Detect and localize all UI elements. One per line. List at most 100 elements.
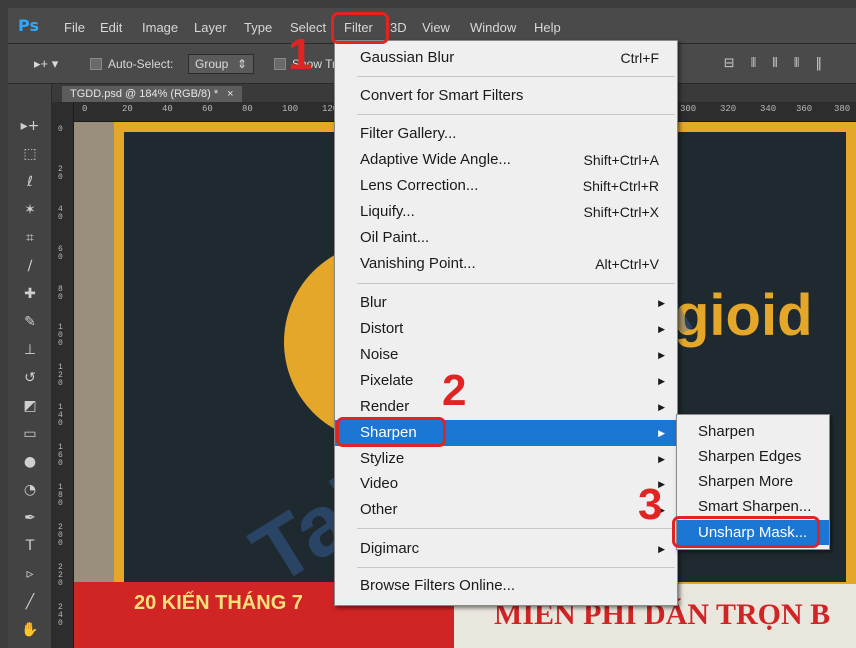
dodge-tool-icon[interactable]: ◔ (18, 482, 42, 502)
ruler-tick: 6 0 (58, 245, 63, 262)
submenu-arrow-icon: ▶ (658, 324, 665, 334)
menu-item-label: Lens Correction... (360, 177, 479, 194)
vertical-ruler: 0 2 0 4 0 6 0 8 0 1 0 0 1 2 0 1 4 0 1 6 … (52, 102, 74, 648)
menu-item-browse-filters-online[interactable]: Browse Filters Online... (335, 573, 677, 599)
menu-help[interactable]: Help (534, 20, 561, 35)
menu-item-video[interactable]: Video ▶ (335, 471, 677, 497)
submenu-arrow-icon: ▶ (658, 454, 665, 464)
menu-separator (357, 567, 675, 568)
menu-item-label: Pixelate (360, 372, 414, 389)
marquee-tool-icon[interactable]: ⬚ (18, 146, 42, 166)
ruler-tick: 2 0 (58, 165, 63, 182)
align-icons[interactable]: ⊟ ⫴ ⫴ ⫴ ‖ (724, 56, 828, 71)
menu-file[interactable]: File (64, 20, 85, 35)
menu-edit[interactable]: Edit (100, 20, 122, 35)
ruler-tick: 360 (796, 104, 813, 114)
show-transform-checkbox[interactable] (274, 58, 286, 70)
move-tool-icon[interactable]: ▸+ (18, 118, 42, 138)
close-icon[interactable]: × (227, 88, 233, 100)
move-tool-icon[interactable]: ▸+ ▾ (34, 56, 58, 72)
menu-view[interactable]: View (422, 20, 450, 35)
menu-item-lens-correction[interactable]: Lens Correction... Shift+Ctrl+R (335, 173, 677, 199)
annotation-number-3: 3 (638, 480, 663, 529)
photoshop-logo: Ps (18, 16, 39, 35)
chevron-updown-icon: ⇕ (236, 57, 247, 71)
tools-panel: ▸+ ⬚ ℓ ✶ ⌗ ∕ ✚ ✎ ⊥ ↺ ◩ ▭ ● ◔ ✒ T ▹ ╱ ✋ (8, 84, 52, 648)
menu-bar: Ps File Edit Image Layer Type Select Fil… (8, 8, 856, 44)
gradient-tool-icon[interactable]: ▭ (18, 426, 42, 446)
submenu-item-sharpen-more[interactable]: Sharpen More (677, 469, 829, 494)
menu-window[interactable]: Window (470, 20, 516, 35)
submenu-arrow-icon: ▶ (658, 350, 665, 360)
crop-tool-icon[interactable]: ⌗ (18, 230, 42, 250)
path-select-icon[interactable]: ▹ (18, 566, 42, 586)
red-banner-text: 20 KIẾN THÁNG 7 (134, 592, 303, 614)
menu-item-stylize[interactable]: Stylize ▶ (335, 446, 677, 472)
ruler-tick: 4 0 (58, 205, 63, 222)
ruler-tick: 1 0 0 (58, 323, 63, 348)
menu-item-pixelate[interactable]: Pixelate ▶ (335, 368, 677, 394)
menu-item-filter-gallery[interactable]: Filter Gallery... (335, 121, 677, 147)
ruler-tick: 2 0 0 (58, 523, 63, 548)
menu-item-label: Convert for Smart Filters (360, 87, 524, 104)
menu-item-vanishing-point[interactable]: Vanishing Point... Alt+Ctrl+V (335, 251, 677, 277)
ruler-tick: 300 (680, 104, 697, 114)
eraser-tool-icon[interactable]: ◩ (18, 398, 42, 418)
menu-item-label: Adaptive Wide Angle... (360, 151, 511, 168)
menu-3d[interactable]: 3D (390, 20, 407, 35)
auto-select-checkbox[interactable] (90, 58, 102, 70)
magic-wand-icon[interactable]: ✶ (18, 202, 42, 222)
brush-tool-icon[interactable]: ✎ (18, 314, 42, 334)
document-tab[interactable]: TGDD.psd @ 184% (RGB/8) * × (62, 86, 242, 102)
submenu-arrow-icon: ▶ (658, 402, 665, 412)
ruler-tick: 320 (720, 104, 737, 114)
menu-item-label: Noise (360, 346, 399, 363)
menu-item-shortcut: Ctrl+F (620, 50, 660, 66)
menu-item-label: Gaussian Blur (360, 49, 455, 66)
menu-item-label: Distort (360, 320, 404, 337)
menu-type[interactable]: Type (244, 20, 272, 35)
menu-image[interactable]: Image (142, 20, 178, 35)
submenu-item-sharpen[interactable]: Sharpen (677, 419, 829, 444)
menu-item-shortcut: Alt+Ctrl+V (595, 256, 659, 272)
menu-separator (357, 114, 675, 115)
menu-item-gaussian-blur[interactable]: Gaussian Blur Ctrl+F (335, 45, 677, 71)
auto-select-dropdown[interactable]: Group ⇕ (188, 54, 254, 74)
history-brush-icon[interactable]: ↺ (18, 370, 42, 390)
hand-tool-icon[interactable]: ✋ (18, 622, 42, 642)
menu-item-adaptive-wide-angle[interactable]: Adaptive Wide Angle... Shift+Ctrl+A (335, 147, 677, 173)
menu-item-blur[interactable]: Blur ▶ (335, 290, 677, 316)
menu-separator (357, 76, 675, 77)
lasso-tool-icon[interactable]: ℓ (18, 174, 42, 194)
menu-item-other[interactable]: Other ▶ (335, 497, 677, 523)
ruler-tick: 8 0 (58, 285, 63, 302)
menu-item-noise[interactable]: Noise ▶ (335, 342, 677, 368)
menu-separator (357, 528, 675, 529)
ruler-tick: 1 8 0 (58, 483, 63, 508)
filter-menu: Gaussian Blur Ctrl+F Convert for Smart F… (334, 40, 678, 606)
menu-item-label: Video (360, 475, 399, 492)
menu-item-label: Render (360, 398, 410, 415)
menu-layer[interactable]: Layer (194, 20, 227, 35)
menu-item-digimarc[interactable]: Digimarc ▶ (335, 536, 677, 562)
eyedropper-icon[interactable]: ∕ (18, 258, 42, 278)
menu-item-oil-paint[interactable]: Oil Paint... (335, 225, 677, 251)
menu-item-liquify[interactable]: Liquify... Shift+Ctrl+X (335, 199, 677, 225)
ruler-tick: 20 (122, 104, 133, 114)
pen-tool-icon[interactable]: ✒ (18, 510, 42, 530)
menu-item-distort[interactable]: Distort ▶ (335, 316, 677, 342)
menu-item-convert-smart-filters[interactable]: Convert for Smart Filters (335, 83, 677, 109)
ruler-tick: 2 4 0 (58, 603, 63, 628)
annotation-number-2: 2 (442, 366, 467, 415)
auto-select-label: Auto-Select: (108, 57, 174, 71)
line-tool-icon[interactable]: ╱ (18, 594, 42, 614)
menu-item-label: Liquify... (360, 203, 415, 220)
ruler-tick: 0 (82, 104, 88, 114)
menu-item-label: Digimarc (360, 540, 420, 557)
submenu-item-sharpen-edges[interactable]: Sharpen Edges (677, 444, 829, 469)
healing-brush-icon[interactable]: ✚ (18, 286, 42, 306)
annotation-box-sharpen (336, 417, 446, 447)
stamp-tool-icon[interactable]: ⊥ (18, 342, 42, 362)
type-tool-icon[interactable]: T (18, 538, 42, 558)
blur-tool-icon[interactable]: ● (18, 454, 42, 474)
